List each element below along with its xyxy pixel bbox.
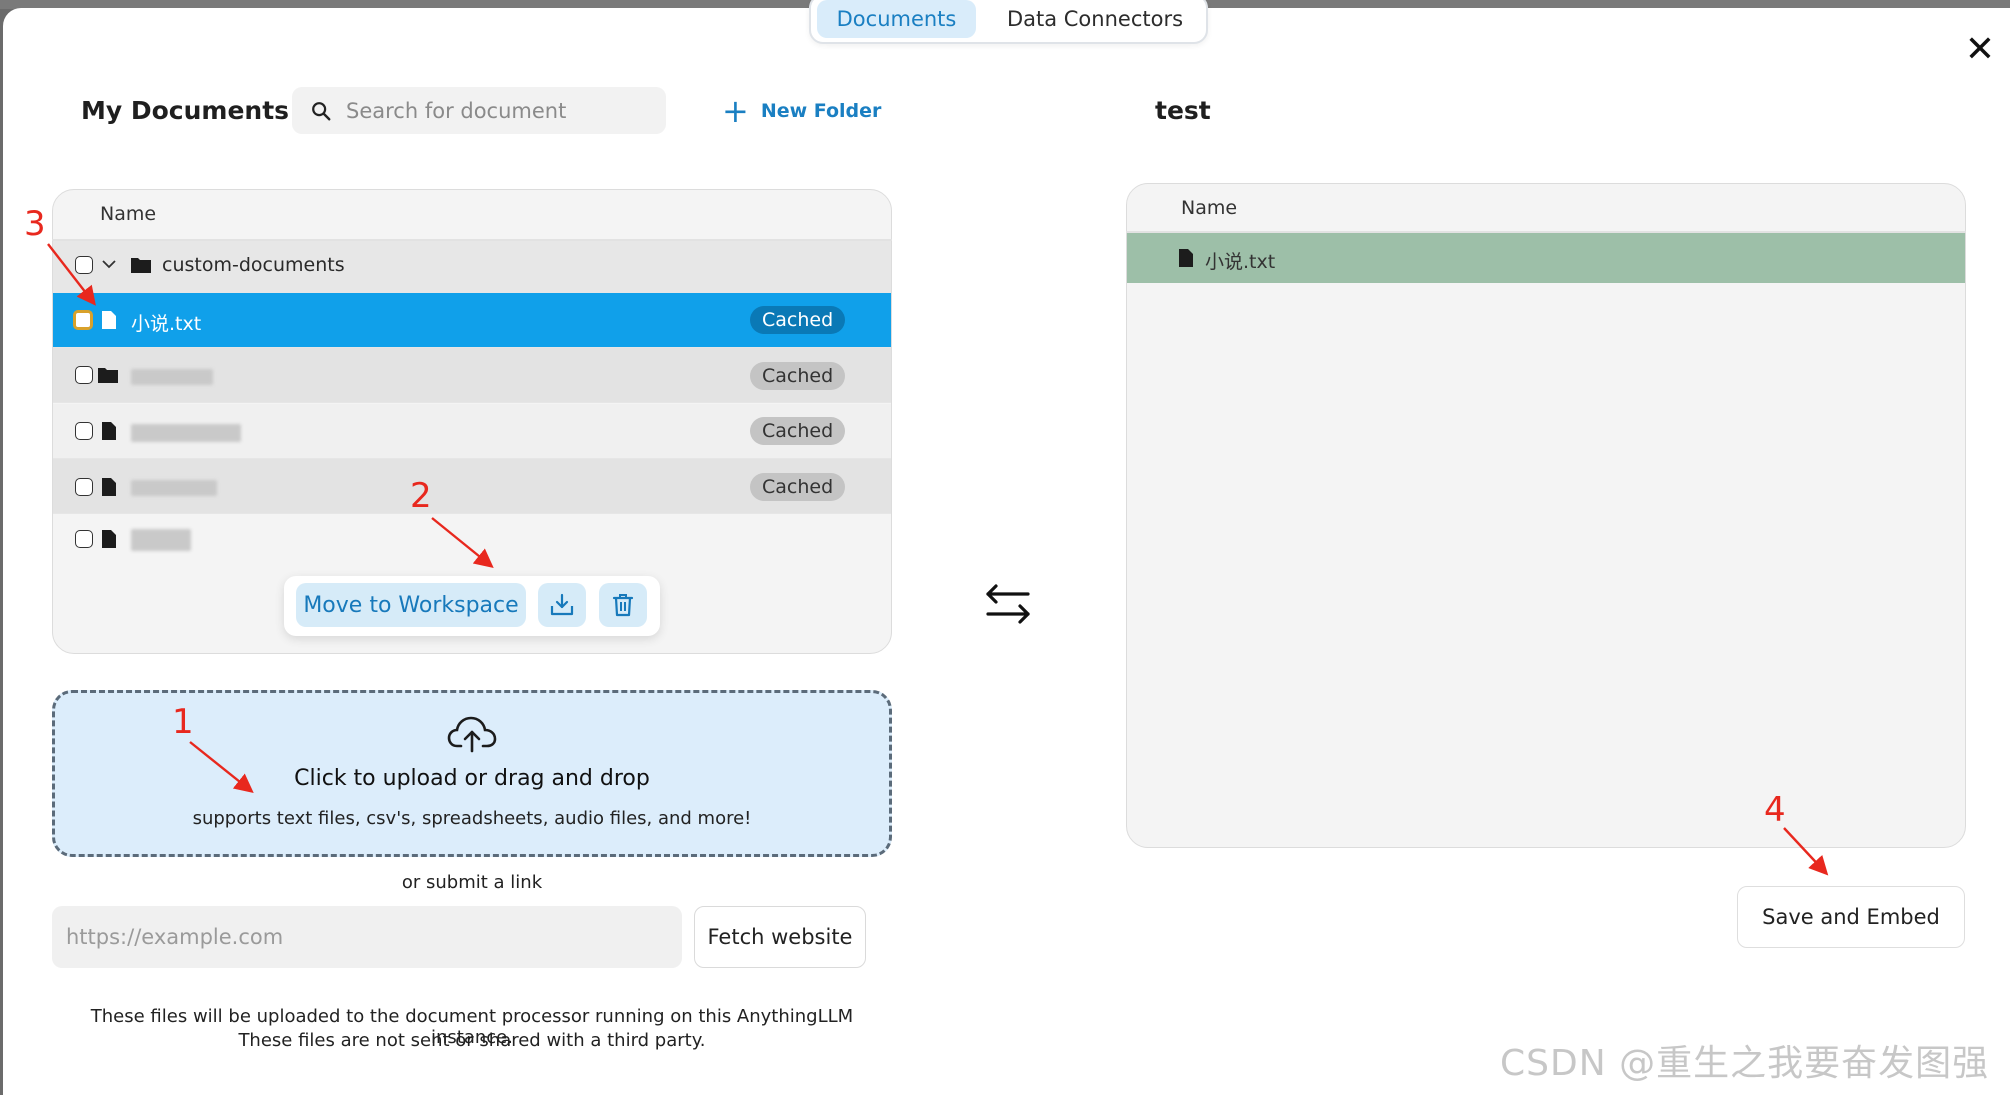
file-icon bbox=[1179, 249, 1193, 267]
move-to-workspace-button[interactable]: Move to Workspace bbox=[296, 583, 526, 627]
file-icon bbox=[102, 311, 116, 329]
column-header-name: Name bbox=[1181, 197, 1238, 219]
search-icon bbox=[312, 102, 331, 121]
chevron-down-icon[interactable] bbox=[101, 256, 117, 272]
file-icon bbox=[102, 478, 116, 496]
file-name: 小说.txt bbox=[131, 313, 202, 335]
url-input[interactable] bbox=[52, 906, 682, 968]
close-icon[interactable]: ✕ bbox=[1960, 30, 2000, 70]
tab-documents[interactable]: Documents bbox=[817, 0, 976, 38]
tray-download-icon bbox=[550, 593, 574, 616]
fetch-website-button[interactable]: Fetch website bbox=[694, 906, 866, 968]
file-checkbox[interactable] bbox=[73, 310, 93, 330]
table-header bbox=[1126, 183, 1966, 233]
tab-data-connectors[interactable]: Data Connectors bbox=[990, 0, 1200, 38]
delete-button[interactable] bbox=[599, 583, 647, 627]
cloud-upload-icon bbox=[447, 716, 497, 753]
privacy-note-line2: These files are not sent or shared with … bbox=[238, 1030, 706, 1051]
file-icon bbox=[102, 530, 116, 548]
folder-icon bbox=[98, 368, 118, 383]
status-badge: Cached bbox=[750, 417, 846, 445]
file-checkbox[interactable] bbox=[75, 530, 93, 548]
folder-name: custom-documents bbox=[162, 254, 345, 276]
upload-title: Click to upload or drag and drop bbox=[294, 766, 650, 791]
column-header-name: Name bbox=[100, 203, 157, 225]
annotation-number: 4 bbox=[1764, 790, 1786, 830]
watermark: CSDN @重生之我要奋发图强 bbox=[1500, 1043, 1990, 1084]
annotation-number: 1 bbox=[172, 702, 194, 742]
status-badge: Cached bbox=[750, 473, 846, 501]
table-header bbox=[52, 189, 892, 241]
search-input[interactable] bbox=[346, 97, 646, 125]
redacted-name bbox=[131, 369, 213, 385]
file-icon bbox=[102, 422, 116, 440]
file-checkbox[interactable] bbox=[75, 422, 93, 440]
redacted-name bbox=[131, 480, 217, 496]
new-folder-button[interactable]: + New Folder bbox=[722, 92, 882, 130]
swap-arrows-icon bbox=[986, 584, 1030, 624]
redacted-name bbox=[131, 529, 191, 551]
new-folder-label: New Folder bbox=[760, 100, 882, 122]
folder-checkbox[interactable] bbox=[75, 256, 93, 274]
file-checkbox[interactable] bbox=[75, 478, 93, 496]
or-submit-link-label: or submit a link bbox=[401, 872, 543, 893]
save-and-embed-button[interactable]: Save and Embed bbox=[1737, 886, 1965, 948]
my-documents-title: My Documents bbox=[81, 96, 290, 125]
workspace-title: test bbox=[1155, 96, 1211, 125]
annotation-number: 3 bbox=[24, 204, 46, 244]
plus-icon: + bbox=[722, 92, 749, 130]
status-badge: Cached bbox=[750, 306, 846, 334]
workspace-file-name: 小说.txt bbox=[1205, 251, 1276, 273]
file-checkbox[interactable] bbox=[75, 366, 93, 384]
upload-subtitle: supports text files, csv's, spreadsheets… bbox=[192, 808, 752, 829]
status-badge: Cached bbox=[750, 362, 846, 390]
annotation-number: 2 bbox=[410, 476, 432, 516]
embed-button[interactable] bbox=[538, 583, 586, 627]
redacted-name bbox=[131, 424, 241, 442]
trash-icon bbox=[612, 594, 634, 617]
folder-icon bbox=[131, 258, 151, 273]
